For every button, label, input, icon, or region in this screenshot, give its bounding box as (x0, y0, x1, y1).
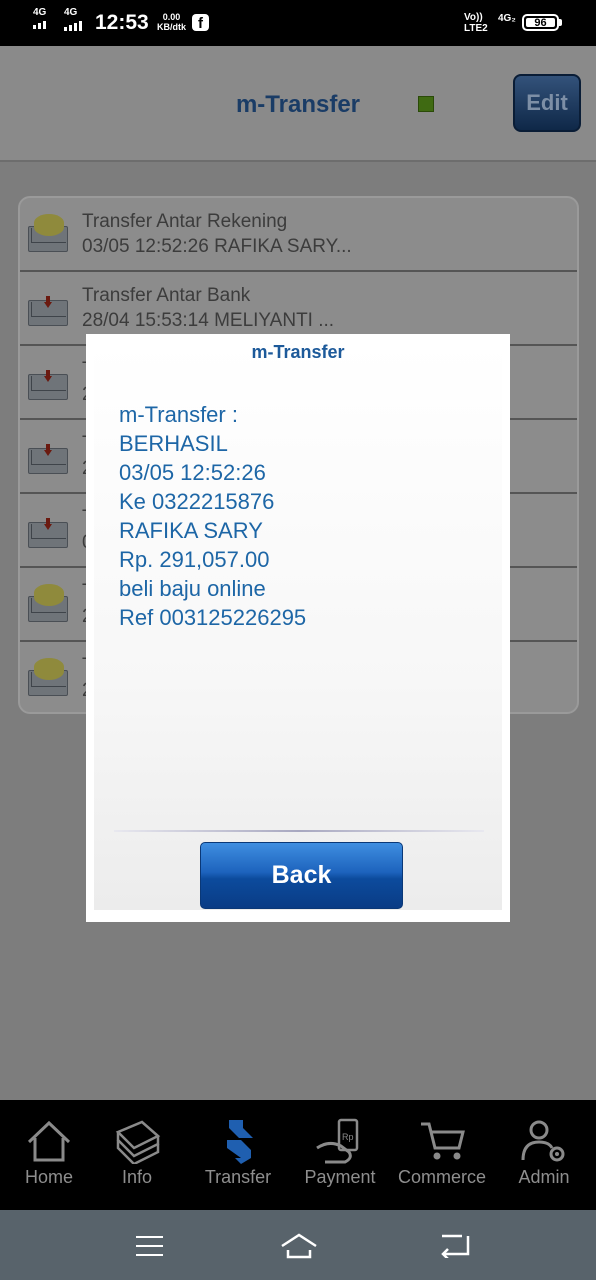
envelope-open-icon (28, 214, 70, 252)
dialog-line: m-Transfer : (119, 402, 238, 427)
battery-icon: 96 (522, 14, 559, 31)
dialog-line: 03/05 12:52:26 (119, 460, 266, 485)
dialog-divider (114, 830, 484, 832)
network-4g-indicator: 4G₂ (498, 13, 516, 24)
nav-label: Payment (304, 1167, 376, 1187)
battery-level: 96 (526, 18, 555, 29)
dialog-line: Ref 003125226295 (119, 605, 307, 630)
signal-bars-icon (64, 21, 82, 31)
info-book-icon (115, 1120, 161, 1164)
dialog-title: m-Transfer (251, 342, 345, 362)
nav-home[interactable]: Home (0, 1100, 99, 1210)
speed-unit: KB/dtk (157, 22, 186, 32)
list-item[interactable]: Transfer Antar Rekening 03/05 12:52:26 R… (20, 198, 577, 272)
volte-label: Vo)) (464, 12, 483, 23)
message-subtitle: 03/05 12:52:26 RAFIKA SARY... (82, 236, 352, 257)
sim2-signal: 4G (64, 8, 82, 31)
envelope-arrow-icon (28, 292, 70, 326)
network-speed: 0.00 KB/dtk (157, 12, 186, 32)
message-title: Transfer Antar Bank (82, 285, 251, 306)
transfer-result-dialog: m-Transfer m-Transfer : BERHASIL 03/05 1… (86, 334, 510, 922)
connection-status-led (418, 96, 434, 112)
sim1-network-label: 4G (33, 7, 47, 18)
speed-value: 0.00 (162, 12, 181, 22)
envelope-open-icon (28, 584, 70, 622)
envelope-arrow-icon (28, 366, 70, 400)
message-title: Transfer Antar Rekening (82, 211, 288, 232)
back-nav-icon[interactable] (440, 1232, 470, 1258)
status-bar: 4G 4G 12:53 0.00 KB/dtk f Vo)) LTE2 4G₂ … (0, 0, 596, 46)
dialog-line: BERHASIL (119, 431, 228, 456)
signal-bars-icon (33, 21, 46, 29)
nav-commerce[interactable]: Commerce (392, 1100, 492, 1210)
sim2-network-label: 4G (64, 7, 78, 18)
volte-indicator: Vo)) LTE2 (464, 12, 488, 34)
payment-icon: Rp (316, 1118, 359, 1164)
app-header: m-Transfer Edit (0, 46, 596, 162)
message-subtitle: 28/04 15:53:14 MELIYANTI ... (82, 310, 335, 331)
svg-text:Rp: Rp (342, 1132, 354, 1142)
dialog-message: m-Transfer : BERHASIL 03/05 12:52:26 Ke … (119, 400, 306, 632)
home-nav-icon[interactable] (280, 1232, 318, 1260)
bottom-navigation: Home Info Transfer Rp Payment Commerce A… (0, 1100, 596, 1210)
nav-admin[interactable]: Admin (494, 1100, 594, 1210)
nav-label: Admin (518, 1167, 570, 1187)
menu-icon[interactable] (136, 1236, 163, 1256)
edit-button[interactable]: Edit (513, 74, 581, 132)
dialog-line: Ke 0322215876 (119, 489, 275, 514)
admin-user-icon (521, 1120, 565, 1162)
dialog-line: RAFIKA SARY (119, 518, 263, 543)
home-icon (27, 1120, 71, 1162)
envelope-open-icon (28, 658, 70, 696)
sim1-signal: 4G (33, 8, 46, 29)
dialog-line: Rp. 291,057.00 (119, 547, 270, 572)
clock: 12:53 (95, 11, 149, 34)
system-navigation-bar (0, 1210, 596, 1280)
page-title: m-Transfer (235, 91, 361, 118)
dialog-line: beli baju online (119, 576, 266, 601)
nav-label: Info (121, 1167, 153, 1187)
transfer-icon (227, 1120, 253, 1164)
battery-tip (559, 19, 562, 26)
nav-label: Commerce (397, 1167, 486, 1187)
nav-label: Home (24, 1167, 73, 1187)
envelope-arrow-icon (28, 440, 70, 474)
nav-label: Transfer (204, 1167, 272, 1187)
cart-icon (421, 1122, 465, 1160)
nav-transfer[interactable]: Transfer (188, 1100, 288, 1210)
nav-payment[interactable]: Rp Payment (290, 1100, 390, 1210)
facebook-icon: f (192, 14, 209, 32)
dialog-panel: m-Transfer m-Transfer : BERHASIL 03/05 1… (94, 342, 502, 910)
envelope-arrow-icon (28, 514, 70, 548)
lte-label: LTE2 (464, 23, 488, 34)
nav-info[interactable]: Info (87, 1100, 187, 1210)
back-button[interactable]: Back (200, 842, 403, 909)
